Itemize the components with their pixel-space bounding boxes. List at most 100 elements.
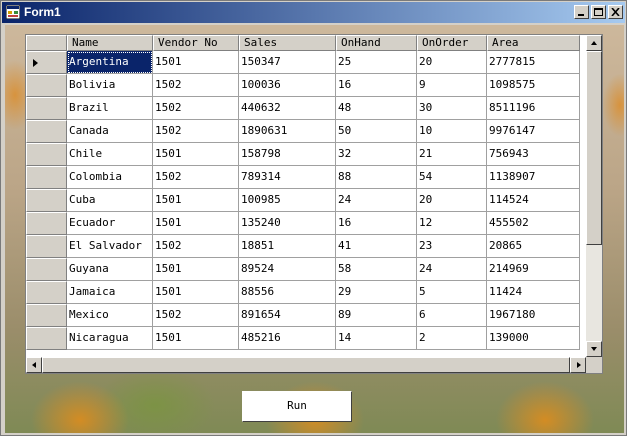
cell-onorder[interactable]: 21 xyxy=(417,143,487,166)
cell-area[interactable]: 1967180 xyxy=(487,304,580,327)
cell-sales[interactable]: 18851 xyxy=(239,235,336,258)
cell-onorder[interactable]: 2 xyxy=(417,327,487,350)
row-header[interactable] xyxy=(26,235,67,258)
table-row[interactable]: Mexico 1502 891654 89 6 1967180 xyxy=(26,304,580,327)
cell-area[interactable]: 11424 xyxy=(487,281,580,304)
row-header[interactable] xyxy=(26,120,67,143)
cell-vendor-no[interactable]: 1502 xyxy=(153,74,239,97)
cell-onhand[interactable]: 24 xyxy=(336,189,417,212)
scroll-left-button[interactable] xyxy=(26,357,42,373)
row-header[interactable] xyxy=(26,304,67,327)
row-header[interactable] xyxy=(26,97,67,120)
cell-vendor-no[interactable]: 1502 xyxy=(153,166,239,189)
cell-onhand[interactable]: 41 xyxy=(336,235,417,258)
cell-name[interactable]: Colombia xyxy=(67,166,153,189)
cell-sales[interactable]: 135240 xyxy=(239,212,336,235)
row-header[interactable] xyxy=(26,74,67,97)
cell-sales[interactable]: 440632 xyxy=(239,97,336,120)
cell-vendor-no[interactable]: 1502 xyxy=(153,235,239,258)
table-row[interactable]: El Salvador 1502 18851 41 23 20865 xyxy=(26,235,580,258)
cell-onorder[interactable]: 30 xyxy=(417,97,487,120)
cell-name[interactable]: Argentina xyxy=(67,51,153,74)
cell-sales[interactable]: 88556 xyxy=(239,281,336,304)
scroll-down-button[interactable] xyxy=(586,341,602,357)
cell-vendor-no[interactable]: 1501 xyxy=(153,212,239,235)
cell-sales[interactable]: 150347 xyxy=(239,51,336,74)
cell-onorder[interactable]: 24 xyxy=(417,258,487,281)
horizontal-scroll-thumb[interactable] xyxy=(42,357,570,373)
column-header-area[interactable]: Area xyxy=(487,35,580,51)
cell-onhand[interactable]: 50 xyxy=(336,120,417,143)
row-header[interactable] xyxy=(26,281,67,304)
row-header[interactable] xyxy=(26,258,67,281)
cell-name[interactable]: Brazil xyxy=(67,97,153,120)
table-row[interactable]: Guyana 1501 89524 58 24 214969 xyxy=(26,258,580,281)
cell-vendor-no[interactable]: 1502 xyxy=(153,304,239,327)
cell-onorder[interactable]: 12 xyxy=(417,212,487,235)
table-row[interactable]: Bolivia 1502 100036 16 9 1098575 xyxy=(26,74,580,97)
cell-name[interactable]: Guyana xyxy=(67,258,153,281)
row-header[interactable] xyxy=(26,51,67,74)
cell-name[interactable]: Bolivia xyxy=(67,74,153,97)
title-bar[interactable]: Form1 xyxy=(2,2,625,23)
cell-area[interactable]: 9976147 xyxy=(487,120,580,143)
cell-sales[interactable]: 100036 xyxy=(239,74,336,97)
cell-onhand[interactable]: 88 xyxy=(336,166,417,189)
scroll-up-button[interactable] xyxy=(586,35,602,51)
cell-onorder[interactable]: 5 xyxy=(417,281,487,304)
cell-sales[interactable]: 789314 xyxy=(239,166,336,189)
cell-onhand[interactable]: 29 xyxy=(336,281,417,304)
row-header[interactable] xyxy=(26,166,67,189)
row-header-corner[interactable] xyxy=(26,35,67,51)
close-button[interactable] xyxy=(608,5,623,19)
row-header[interactable] xyxy=(26,143,67,166)
cell-name[interactable]: El Salvador xyxy=(67,235,153,258)
cell-sales[interactable]: 485216 xyxy=(239,327,336,350)
cell-vendor-no[interactable]: 1502 xyxy=(153,120,239,143)
cell-sales[interactable]: 100985 xyxy=(239,189,336,212)
cell-onorder[interactable]: 54 xyxy=(417,166,487,189)
cell-onorder[interactable]: 20 xyxy=(417,189,487,212)
cell-name[interactable]: Mexico xyxy=(67,304,153,327)
table-row[interactable]: Colombia 1502 789314 88 54 1138907 xyxy=(26,166,580,189)
column-header-sales[interactable]: Sales xyxy=(239,35,336,51)
table-row[interactable]: Jamaica 1501 88556 29 5 11424 xyxy=(26,281,580,304)
cell-sales[interactable]: 89524 xyxy=(239,258,336,281)
cell-vendor-no[interactable]: 1501 xyxy=(153,327,239,350)
column-header-onorder[interactable]: OnOrder xyxy=(417,35,487,51)
table-row[interactable]: Cuba 1501 100985 24 20 114524 xyxy=(26,189,580,212)
cell-area[interactable]: 114524 xyxy=(487,189,580,212)
row-header[interactable] xyxy=(26,189,67,212)
cell-vendor-no[interactable]: 1501 xyxy=(153,258,239,281)
table-row[interactable]: Brazil 1502 440632 48 30 8511196 xyxy=(26,97,580,120)
run-button[interactable]: Run xyxy=(242,391,352,422)
cell-onhand[interactable]: 48 xyxy=(336,97,417,120)
cell-area[interactable]: 1098575 xyxy=(487,74,580,97)
scroll-right-button[interactable] xyxy=(570,357,586,373)
cell-onorder[interactable]: 6 xyxy=(417,304,487,327)
cell-area[interactable]: 139000 xyxy=(487,327,580,350)
cell-area[interactable]: 455502 xyxy=(487,212,580,235)
cell-onhand[interactable]: 14 xyxy=(336,327,417,350)
data-grid[interactable]: Name Vendor No Sales OnHand OnOrder Area… xyxy=(25,34,603,374)
cell-name[interactable]: Nicaragua xyxy=(67,327,153,350)
cell-onhand[interactable]: 58 xyxy=(336,258,417,281)
cell-onorder[interactable]: 10 xyxy=(417,120,487,143)
cell-onhand[interactable]: 16 xyxy=(336,74,417,97)
cell-area[interactable]: 214969 xyxy=(487,258,580,281)
cell-area[interactable]: 2777815 xyxy=(487,51,580,74)
vertical-scroll-thumb[interactable] xyxy=(586,51,602,245)
table-row[interactable]: Argentina 1501 150347 25 20 2777815 xyxy=(26,51,580,74)
cell-sales[interactable]: 891654 xyxy=(239,304,336,327)
table-row[interactable]: Nicaragua 1501 485216 14 2 139000 xyxy=(26,327,580,350)
cell-name[interactable]: Canada xyxy=(67,120,153,143)
cell-vendor-no[interactable]: 1501 xyxy=(153,281,239,304)
cell-vendor-no[interactable]: 1501 xyxy=(153,51,239,74)
cell-name[interactable]: Ecuador xyxy=(67,212,153,235)
column-header-name[interactable]: Name xyxy=(67,35,153,51)
cell-sales[interactable]: 158798 xyxy=(239,143,336,166)
column-header-vendor-no[interactable]: Vendor No xyxy=(153,35,239,51)
vertical-scrollbar[interactable] xyxy=(586,35,602,357)
cell-area[interactable]: 8511196 xyxy=(487,97,580,120)
table-row[interactable]: Canada 1502 1890631 50 10 9976147 xyxy=(26,120,580,143)
